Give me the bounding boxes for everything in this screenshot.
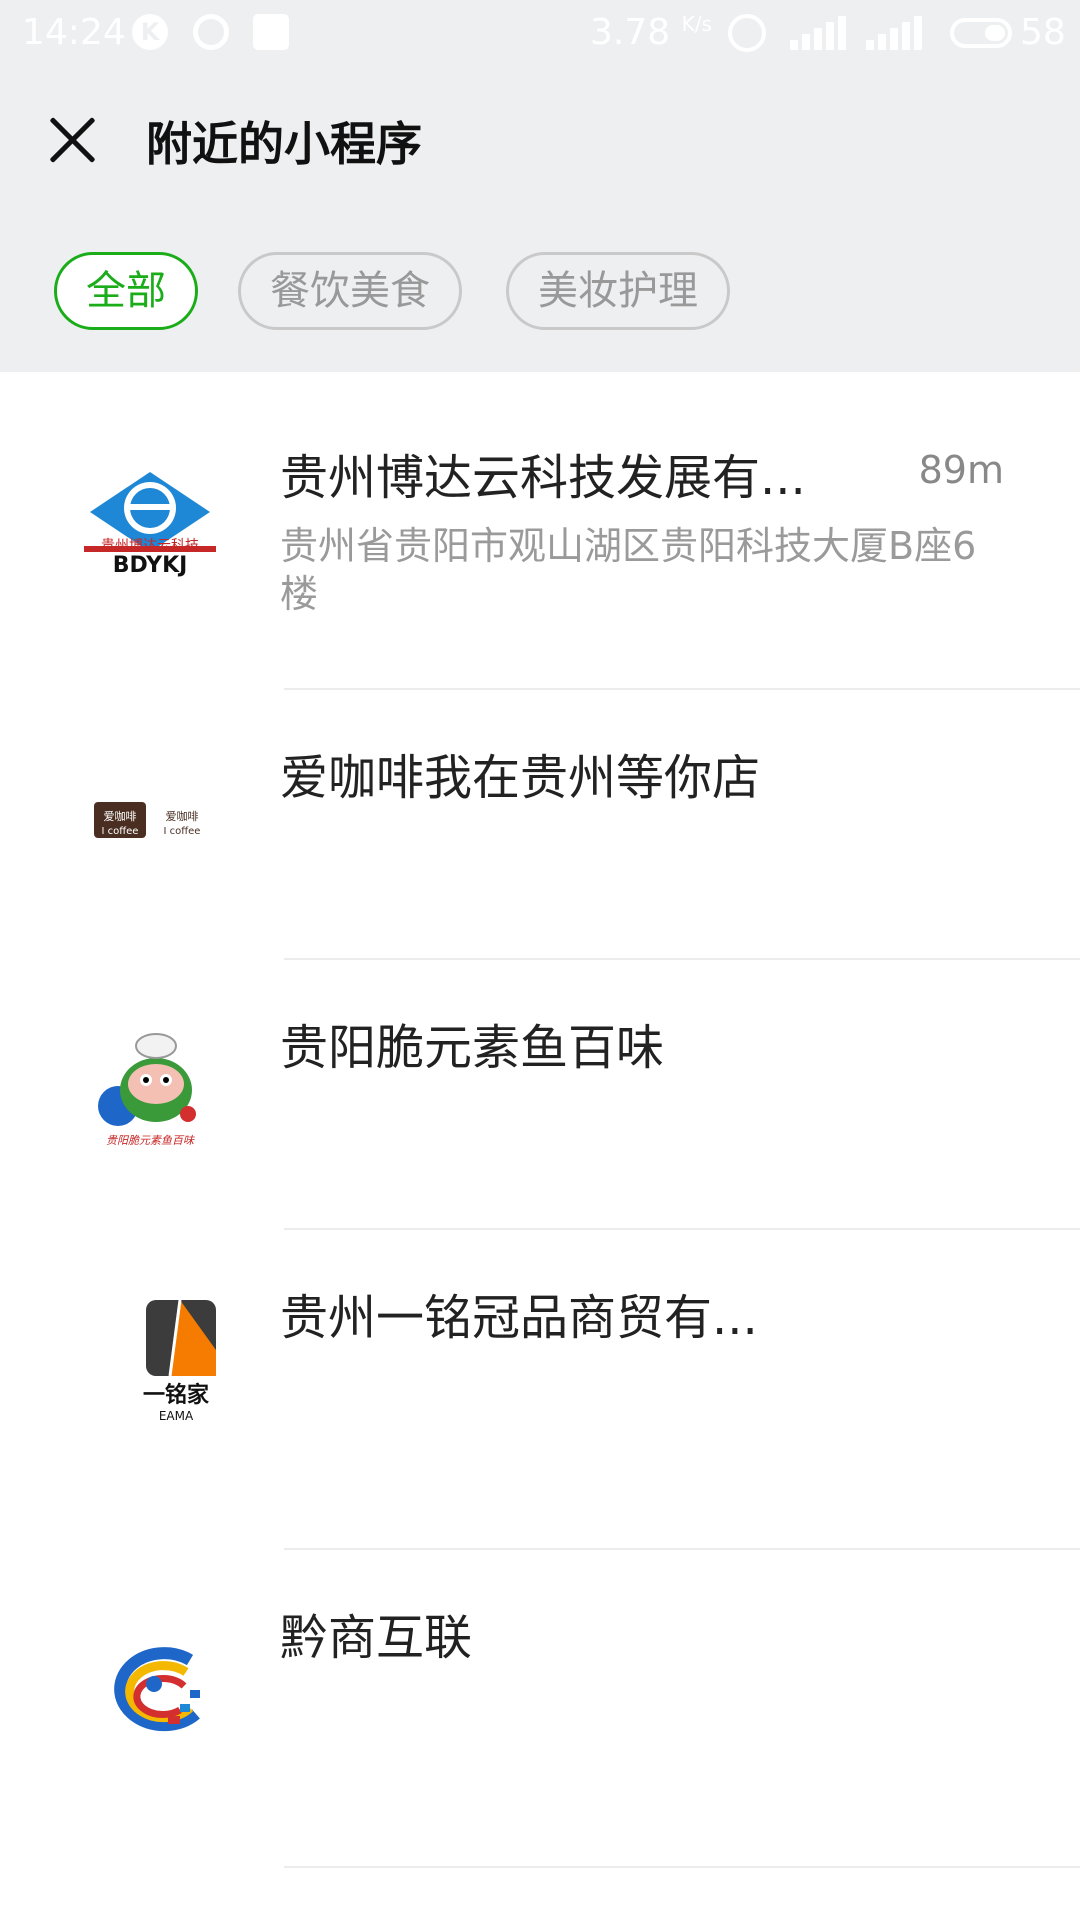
signal-icon bbox=[790, 16, 846, 50]
qianshang-logo bbox=[70, 1610, 230, 1770]
battery-icon bbox=[950, 18, 1012, 48]
item-name: 贵州一铭冠品商贸有... bbox=[280, 1290, 758, 1346]
item-name: 贵阳脆元素鱼百味 bbox=[280, 1020, 665, 1076]
item-name: 黔商互联 bbox=[280, 1610, 473, 1666]
bodayun-logo: 贵州博达云科技 BDYKJ bbox=[70, 442, 230, 602]
status-bar: 14:24 K 3.78 K/s 58 bbox=[0, 0, 1080, 66]
list-item[interactable]: 黔商互联 bbox=[0, 1550, 1080, 1868]
list-item[interactable]: 贵州博达云科技 BDYKJ 贵州博达云科技发展有... 89m 贵州省贵阳市观山… bbox=[0, 372, 1080, 690]
list-item[interactable]: 一铭家 EAMA 贵州一铭冠品商贸有... bbox=[0, 1230, 1080, 1550]
header-area: 14:24 K 3.78 K/s 58 附近的小程序 全部 餐饮美食 美妆护理 bbox=[0, 0, 1080, 372]
signal-4g-icon bbox=[866, 16, 922, 50]
item-distance: 89m bbox=[918, 448, 1004, 492]
list-item[interactable]: 贵阳脆元素鱼百味 贵阳脆元素鱼百味 bbox=[0, 960, 1080, 1230]
moon-icon bbox=[193, 14, 229, 50]
message-box-icon bbox=[253, 14, 289, 50]
item-name: 爱咖啡我在贵州等你店 bbox=[280, 750, 761, 806]
svg-text:贵阳脆元素鱼百味: 贵阳脆元素鱼百味 bbox=[106, 1134, 195, 1147]
network-speed: 3.78 K/s bbox=[590, 12, 712, 53]
divider bbox=[284, 1866, 1080, 1868]
alarm-icon bbox=[728, 14, 766, 52]
tab-food[interactable]: 餐饮美食 bbox=[238, 252, 462, 330]
battery-level: 58 bbox=[1020, 12, 1066, 53]
page-title: 附近的小程序 bbox=[146, 117, 422, 171]
svg-text:爱咖啡: 爱咖啡 bbox=[104, 809, 137, 823]
status-time: 14:24 bbox=[22, 12, 126, 53]
item-name: 贵州博达云科技发展有... bbox=[280, 450, 806, 506]
svg-text:BDYKJ: BDYKJ bbox=[113, 553, 188, 578]
fish-mascot-logo: 贵阳脆元素鱼百味 bbox=[70, 1010, 230, 1170]
tab-beauty[interactable]: 美妆护理 bbox=[506, 252, 730, 330]
list-item[interactable]: 爱咖啡 I coffee 爱咖啡 I coffee 爱咖啡我在贵州等你店 bbox=[0, 690, 1080, 960]
svg-text:爱咖啡: 爱咖啡 bbox=[166, 809, 199, 823]
svg-text:贵州博达云科技: 贵州博达云科技 bbox=[101, 537, 199, 554]
icoffee-logo: 爱咖啡 I coffee 爱咖啡 I coffee bbox=[70, 740, 230, 900]
item-address: 贵州省贵阳市观山湖区贵阳科技大厦B座6楼 bbox=[280, 524, 977, 616]
tab-all[interactable]: 全部 bbox=[54, 252, 198, 330]
close-button[interactable] bbox=[44, 112, 100, 168]
svg-text:EAMA: EAMA bbox=[159, 1409, 194, 1423]
svg-text:I coffee: I coffee bbox=[164, 826, 201, 837]
yiming-logo: 一铭家 EAMA bbox=[70, 1280, 230, 1440]
k-badge-icon: K bbox=[132, 14, 168, 50]
svg-text:I coffee: I coffee bbox=[102, 826, 139, 837]
svg-text:一铭家: 一铭家 bbox=[143, 1382, 210, 1408]
